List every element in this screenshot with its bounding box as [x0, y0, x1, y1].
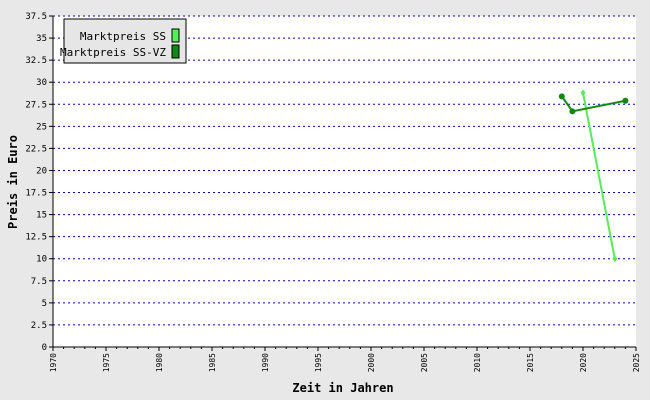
legend-label-ss-vz: Marktpreis SS-VZ [60, 46, 166, 59]
chart-container: 0 2.5 5 7.5 10 12.5 15 17.5 20 22.5 25 27.5 30 32.5 35… [0, 0, 650, 400]
data-point-1 [569, 108, 576, 115]
y-tick-label: 30 [36, 78, 47, 88]
x-tick-label: 1985 [208, 353, 217, 372]
legend-label-ss: Marktpreis SS [80, 30, 166, 43]
y-tick-label: 0 [42, 343, 47, 353]
x-tick-label: 2020 [579, 353, 588, 372]
x-tick-label: 2025 [632, 353, 641, 372]
legend-swatch-ss [171, 28, 180, 43]
x-axis-title: Zeit in Jahren [292, 381, 393, 395]
y-tick-label: 25 [36, 122, 47, 132]
data-point-1 [622, 97, 629, 104]
x-tick-label: 1970 [49, 353, 58, 372]
legend: Marktpreis SS Marktpreis SS-VZ [60, 18, 187, 64]
y-tick-label: 7.5 [31, 277, 47, 287]
y-tick-label: 20 [36, 166, 47, 176]
price-line-chart: 0 2.5 5 7.5 10 12.5 15 17.5 20 22.5 25 27.5 30 32.5 35… [6, 12, 641, 395]
y-tick-label: 22.5 [25, 144, 47, 154]
y-tick-label: 37.5 [25, 12, 47, 22]
x-tick-label: 2010 [473, 353, 482, 372]
x-tick-labels: 1970 1975 1980 1985 1990 1995 2000 2005 2010 2015… [49, 347, 641, 372]
y-tick-label: 15 [36, 211, 47, 221]
y-tick-label: 12.5 [25, 233, 47, 243]
data-point-1 [558, 93, 565, 100]
legend-swatch-ss-vz [171, 44, 180, 59]
y-tick-label: 32.5 [25, 56, 47, 66]
x-tick-label: 1995 [314, 353, 323, 372]
x-tick-label: 2000 [367, 353, 376, 372]
y-tick-label: 27.5 [25, 100, 47, 110]
x-tick-label: 1980 [155, 353, 164, 372]
plot-background [53, 16, 636, 347]
y-tick-label: 35 [36, 34, 47, 44]
x-tick-label: 1990 [261, 353, 270, 372]
y-tick-label: 2.5 [31, 321, 47, 331]
x-tick-label: 1975 [102, 353, 111, 372]
y-tick-label: 10 [36, 255, 47, 265]
plot-area [53, 16, 636, 347]
y-tick-labels: 0 2.5 5 7.5 10 12.5 15 17.5 20 22.5 25 27.5 30 32.5 35… [25, 12, 53, 353]
x-tick-label: 2015 [526, 353, 535, 372]
x-tick-label: 2005 [420, 353, 429, 372]
y-tick-label: 17.5 [25, 189, 47, 199]
y-tick-label: 5 [42, 299, 47, 309]
y-axis-title: Preis in Euro [6, 135, 20, 229]
